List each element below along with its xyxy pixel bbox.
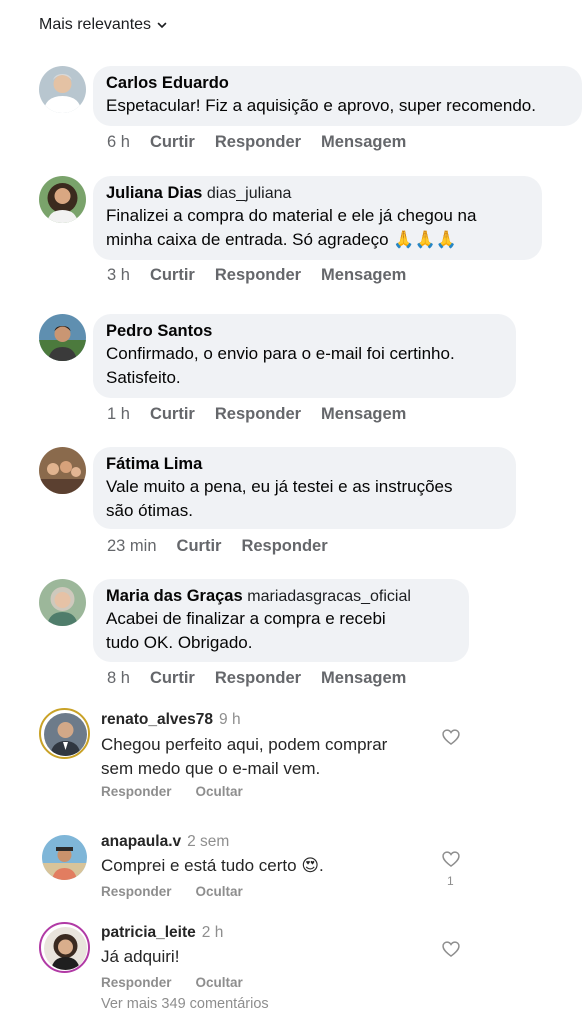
comment-text: tudo OK. Obrigado. bbox=[106, 633, 253, 652]
comment-actions: Responder Ocultar bbox=[101, 784, 243, 799]
comment-username[interactable]: anapaula.v 2 sem bbox=[101, 833, 229, 851]
hide-button[interactable]: Ocultar bbox=[196, 975, 243, 990]
comment-text: Chegou perfeito aqui, podem comprar bbox=[101, 735, 388, 754]
comment-text: são ótimas. bbox=[106, 501, 193, 520]
comment-time: 9 h bbox=[219, 711, 241, 728]
heart-icon[interactable] bbox=[441, 849, 461, 869]
comment-handle: dias_juliana bbox=[206, 185, 292, 202]
hide-button[interactable]: Ocultar bbox=[196, 784, 243, 799]
comment-time: 2 h bbox=[201, 924, 224, 941]
avatar[interactable] bbox=[39, 314, 86, 361]
reply-button[interactable]: Responder bbox=[215, 133, 301, 152]
view-more-comments-link[interactable]: Ver mais 349 comentários bbox=[101, 996, 269, 1012]
avatar[interactable] bbox=[39, 922, 90, 973]
avatar[interactable] bbox=[39, 66, 86, 113]
like-button[interactable]: Curtir bbox=[150, 133, 195, 152]
sort-dropdown[interactable]: Mais relevantes bbox=[39, 16, 167, 34]
comment-text: Confirmado, o envio para o e-mail foi ce… bbox=[106, 344, 455, 363]
comment-time: 6 h bbox=[107, 133, 130, 151]
comment-author[interactable]: Maria das Graças mariadasgracas_oficial bbox=[106, 586, 456, 607]
message-button[interactable]: Mensagem bbox=[321, 669, 406, 688]
comment-author[interactable]: Juliana Dias dias_juliana bbox=[106, 183, 529, 204]
comment-actions: 8 h Curtir Responder Mensagem bbox=[107, 669, 406, 688]
sort-label: Mais relevantes bbox=[39, 16, 152, 33]
reply-button[interactable]: Responder bbox=[101, 884, 172, 899]
comment-text: Vale muito a pena, eu já testei e as ins… bbox=[106, 477, 453, 496]
comment-author[interactable]: Fátima Lima bbox=[106, 454, 503, 475]
comment-text: Satisfeito. bbox=[106, 368, 181, 387]
comment-actions: 3 h Curtir Responder Mensagem bbox=[107, 266, 406, 285]
chevron-down-icon bbox=[157, 22, 167, 29]
avatar[interactable] bbox=[39, 447, 86, 494]
comment-bubble: Maria das Graças mariadasgracas_oficial … bbox=[93, 579, 469, 662]
reply-button[interactable]: Responder bbox=[215, 405, 301, 424]
comment-text: Comprei e está tudo certo 😍. bbox=[101, 856, 324, 875]
comment-text: Acabei de finalizar a compra e recebi bbox=[106, 609, 386, 628]
message-button[interactable]: Mensagem bbox=[321, 405, 406, 424]
like-button[interactable]: Curtir bbox=[150, 266, 195, 285]
reply-button[interactable]: Responder bbox=[101, 975, 172, 990]
comment-time: 2 sem bbox=[187, 833, 230, 850]
comment-time: 3 h bbox=[107, 266, 130, 284]
comment-text: sem medo que o e-mail vem. bbox=[101, 759, 321, 778]
comment-username[interactable]: renato_alves78 9 h bbox=[101, 711, 241, 729]
comment-time: 8 h bbox=[107, 669, 130, 687]
avatar[interactable] bbox=[39, 176, 86, 223]
comment-username[interactable]: patricia_leite 2 h bbox=[101, 924, 223, 942]
like-button[interactable]: Curtir bbox=[177, 537, 222, 556]
comment-text: Finalizei a compra do material e ele já … bbox=[106, 206, 477, 225]
comment-text: Já adquiri! bbox=[101, 947, 180, 966]
comment-author[interactable]: Carlos Eduardo bbox=[106, 73, 569, 94]
comment-handle: mariadasgracas_oficial bbox=[247, 588, 411, 605]
comment-bubble: Fátima Lima Vale muito a pena, eu já tes… bbox=[93, 447, 516, 529]
heart-icon[interactable] bbox=[441, 939, 461, 959]
comment-actions: 23 min Curtir Responder bbox=[107, 537, 328, 556]
heart-icon[interactable] bbox=[441, 727, 461, 747]
comment-actions: 6 h Curtir Responder Mensagem bbox=[107, 133, 406, 152]
message-button[interactable]: Mensagem bbox=[321, 266, 406, 285]
like-count: 1 bbox=[447, 874, 454, 888]
comment-bubble: Juliana Dias dias_juliana Finalizei a co… bbox=[93, 176, 542, 260]
reply-button[interactable]: Responder bbox=[215, 266, 301, 285]
comment-actions: 1 h Curtir Responder Mensagem bbox=[107, 405, 406, 424]
hide-button[interactable]: Ocultar bbox=[196, 884, 243, 899]
reply-button[interactable]: Responder bbox=[241, 537, 327, 556]
avatar[interactable] bbox=[39, 832, 90, 883]
comment-text: minha caixa de entrada. Só agradeço 🙏🙏🙏 bbox=[106, 230, 457, 249]
comment-bubble: Carlos Eduardo Espetacular! Fiz a aquisi… bbox=[93, 66, 582, 126]
comment-time: 23 min bbox=[107, 537, 157, 555]
comment-time: 1 h bbox=[107, 405, 130, 423]
reply-button[interactable]: Responder bbox=[101, 784, 172, 799]
comment-actions: Responder Ocultar bbox=[101, 975, 243, 990]
avatar[interactable] bbox=[39, 579, 86, 626]
reply-button[interactable]: Responder bbox=[215, 669, 301, 688]
comment-text: Espetacular! Fiz a aquisição e aprovo, s… bbox=[106, 96, 536, 115]
avatar[interactable] bbox=[39, 708, 90, 759]
like-button[interactable]: Curtir bbox=[150, 405, 195, 424]
message-button[interactable]: Mensagem bbox=[321, 133, 406, 152]
like-button[interactable]: Curtir bbox=[150, 669, 195, 688]
comment-bubble: Pedro Santos Confirmado, o envio para o … bbox=[93, 314, 516, 398]
comment-actions: Responder Ocultar bbox=[101, 884, 243, 899]
comment-author[interactable]: Pedro Santos bbox=[106, 321, 503, 342]
